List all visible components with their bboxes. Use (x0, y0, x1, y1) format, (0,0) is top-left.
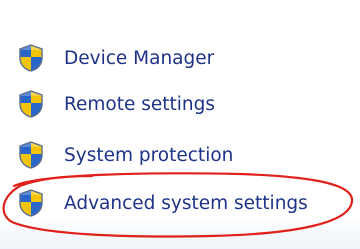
uac-shield-icon (18, 90, 44, 118)
uac-shield-icon (18, 44, 44, 72)
task-link-label: Device Manager (64, 47, 215, 69)
task-link-advanced-system-settings[interactable]: Advanced system settings (18, 188, 308, 218)
system-tasks-panel: Device Manager Remote settings System pr… (0, 0, 360, 249)
task-link-label: Remote settings (64, 93, 216, 115)
uac-shield-icon (18, 189, 44, 217)
task-link-label: System protection (64, 144, 234, 166)
task-link-system-protection[interactable]: System protection (18, 140, 233, 170)
task-link-label: Advanced system settings (64, 192, 308, 214)
uac-shield-icon (18, 141, 44, 169)
task-link-device-manager[interactable]: Device Manager (18, 43, 214, 73)
task-link-remote-settings[interactable]: Remote settings (18, 89, 215, 119)
